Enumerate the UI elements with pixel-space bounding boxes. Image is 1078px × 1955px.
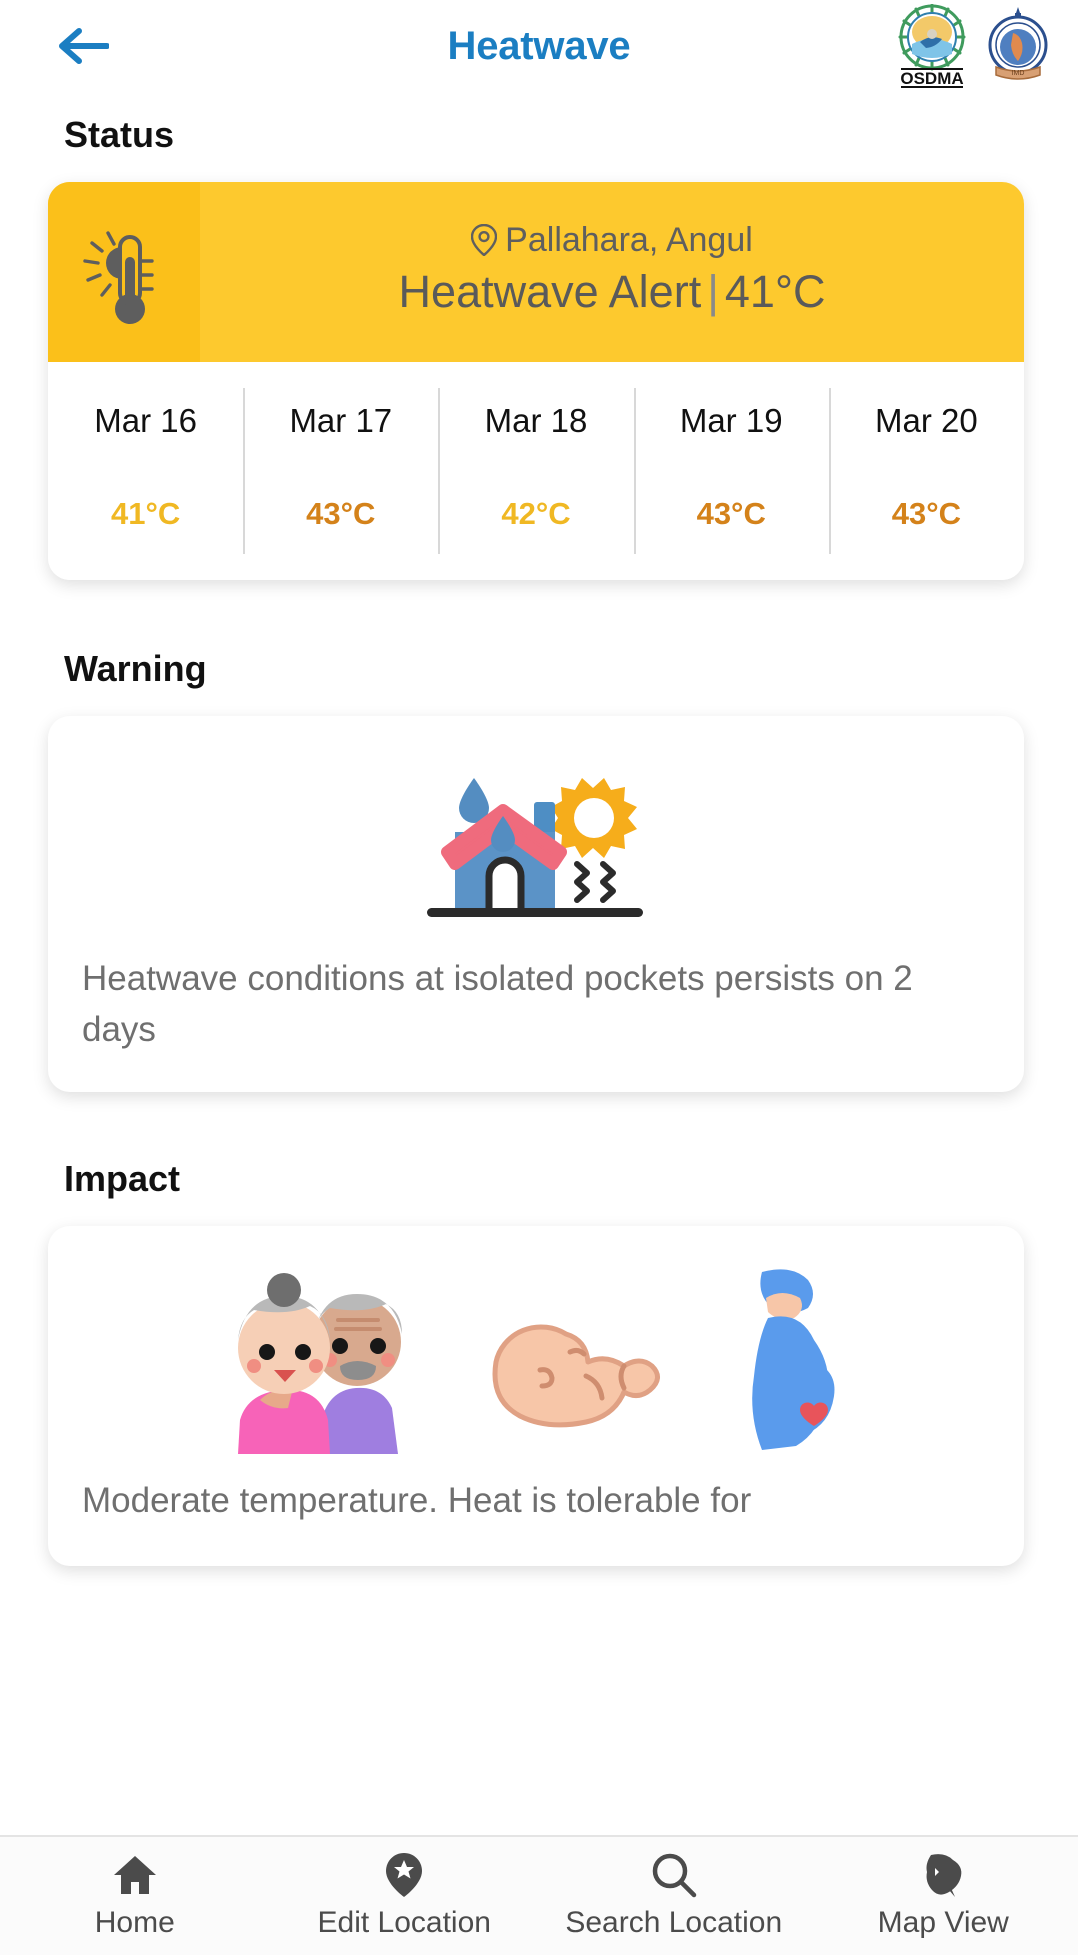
map-pin-star-icon — [385, 1852, 423, 1898]
forecast-temp: 43°C — [306, 496, 376, 531]
impact-illustration-container — [48, 1248, 1024, 1460]
impact-text: Moderate temperature. Heat is tolerable … — [82, 1480, 752, 1520]
alert-banner: Pallahara, Angul Heatwave Alert | 41°C — [48, 182, 1024, 362]
heatwave-screen: Heatwave OSDMA IMD Status Pallahara, Ang… — [0, 0, 1078, 1955]
forecast-day[interactable]: Mar 17 43°C — [243, 388, 438, 554]
nav-label-map-view: Map View — [877, 1906, 1009, 1939]
house-heat-sun-icon — [427, 778, 643, 917]
pregnant-woman-icon — [752, 1268, 835, 1450]
elderly-couple-icon — [238, 1272, 402, 1454]
alert-location-row: Pallahara, Angul — [471, 221, 753, 260]
forecast-temp: 43°C — [696, 496, 766, 531]
search-icon — [651, 1852, 697, 1898]
svg-text:OSDMA: OSDMA — [900, 69, 963, 88]
status-card: Pallahara, Angul Heatwave Alert | 41°C Mar… — [48, 182, 1024, 580]
forecast-temp: 43°C — [891, 496, 962, 531]
forecast-day[interactable]: Mar 18 42°C — [438, 388, 633, 554]
nav-label-edit-location: Edit Location — [317, 1906, 491, 1939]
nav-item-home[interactable]: Home — [0, 1852, 270, 1940]
forecast-day[interactable]: Mar 20 43°C — [828, 388, 1024, 554]
impact-card: Moderate temperature. Heat is tolerable … — [48, 1225, 1024, 1567]
imd-logo: IMD — [988, 7, 1048, 80]
section-title-warning: Warning — [64, 648, 207, 689]
app-bar: Heatwave OSDMA IMD — [0, 0, 1078, 92]
section-title-status: Status — [64, 114, 175, 155]
alert-label: Heatwave Alert — [398, 265, 702, 317]
section-title-impact: Impact — [64, 1157, 181, 1199]
forecast-day[interactable]: Mar 19 43°C — [633, 388, 829, 554]
alert-headline: Heatwave Alert | 41°C — [399, 266, 826, 318]
warning-card: Heatwave conditions at isolated pockets … — [48, 716, 1024, 1092]
baby-icon — [492, 1323, 660, 1427]
scroll-content[interactable]: Status Pallahara, Angul Heatwave Alert |… — [0, 92, 1078, 1835]
forecast-temp: 42°C — [501, 496, 571, 531]
alert-temperature: 41°C — [724, 265, 826, 317]
header-logos: OSDMA IMD — [896, 4, 1052, 88]
nav-item-edit-location[interactable]: Edit Location — [270, 1852, 540, 1940]
forecast-day[interactable]: Mar 16 41°C — [48, 388, 243, 538]
osdma-logo: OSDMA — [898, 4, 966, 88]
arrow-left-icon — [59, 28, 109, 64]
nav-label-home: Home — [94, 1906, 175, 1939]
svg-text:IMD: IMD — [1012, 70, 1025, 77]
nav-label-search-location: Search Location — [565, 1906, 783, 1939]
back-button[interactable] — [46, 9, 120, 83]
forecast-date: Mar 16 — [94, 402, 197, 439]
alert-location-text: Pallahara, Angul — [505, 220, 753, 259]
forecast-date: Mar 17 — [289, 402, 393, 439]
thermometer-sun-icon — [83, 231, 154, 324]
alert-icon-container — [48, 182, 200, 362]
warning-text: Heatwave conditions at isolated pockets … — [82, 959, 913, 1049]
alert-separator: | — [707, 265, 719, 317]
warning-illustration-container — [48, 746, 1024, 938]
forecast-row: Mar 16 41°C Mar 17 43°C Mar 18 42°C Mar … — [48, 362, 1024, 580]
home-icon — [112, 1852, 158, 1898]
forecast-date: Mar 20 — [875, 402, 978, 439]
odisha-map-icon — [919, 1852, 967, 1898]
nav-item-map-view[interactable]: Map View — [809, 1852, 1078, 1940]
forecast-temp: 41°C — [110, 496, 181, 531]
forecast-date: Mar 19 — [679, 402, 783, 439]
alert-body: Pallahara, Angul Heatwave Alert | 41°C — [200, 182, 1024, 362]
bottom-navigation: Home Edit Location Search Location Map V… — [0, 1835, 1078, 1955]
location-pin-icon — [471, 224, 498, 256]
nav-item-search-location[interactable]: Search Location — [539, 1852, 809, 1940]
forecast-date: Mar 18 — [484, 402, 588, 439]
